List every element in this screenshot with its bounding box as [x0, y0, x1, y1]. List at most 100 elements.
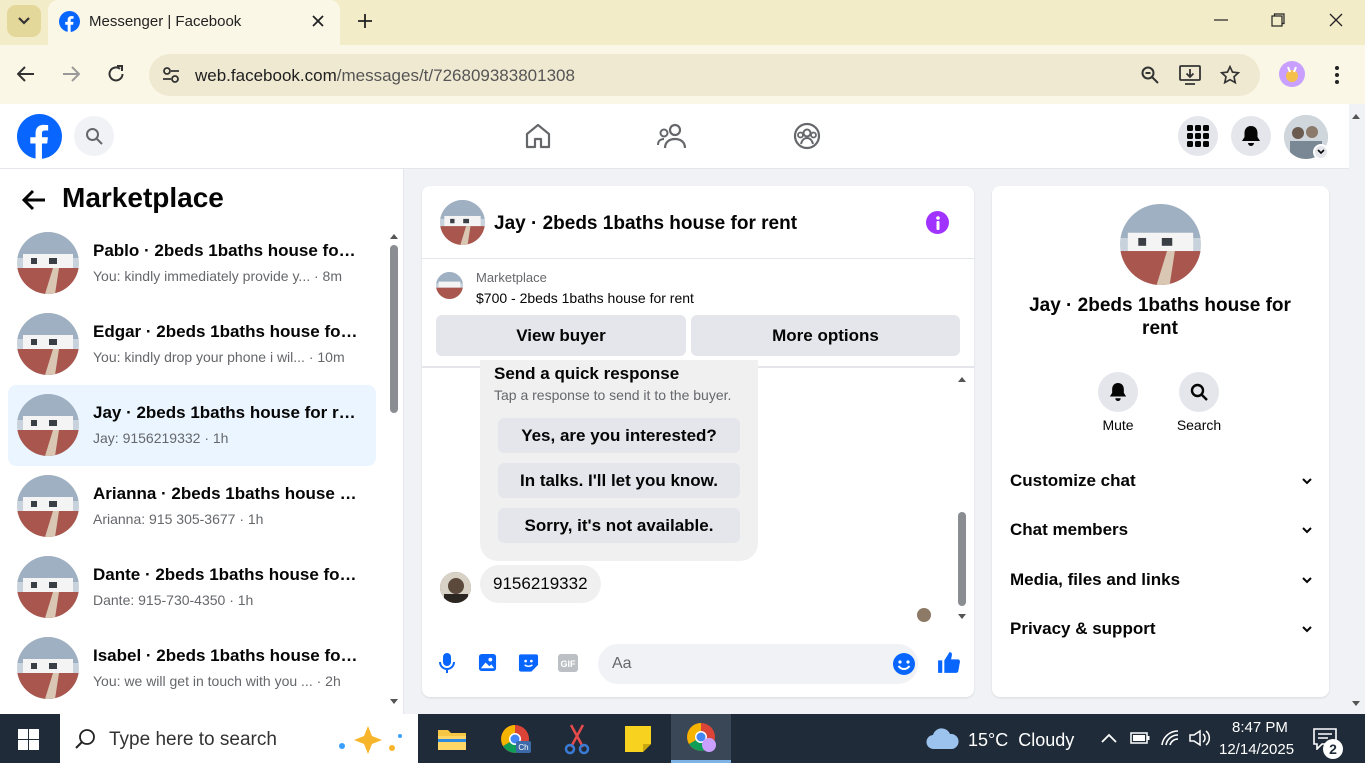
search-icon	[86, 128, 103, 145]
scroll-down-icon[interactable]	[956, 612, 968, 622]
close-tab-icon[interactable]	[311, 14, 325, 28]
microphone-icon[interactable]	[439, 652, 455, 674]
quick-response-button[interactable]: Yes, are you interested?	[498, 418, 740, 453]
windows-start-icon[interactable]	[18, 729, 39, 750]
reload-icon[interactable]	[107, 65, 125, 83]
conversation-row[interactable]: Pablo · 2beds 1baths house for r... You: …	[8, 223, 376, 304]
back-arrow-icon[interactable]	[22, 189, 46, 211]
taskbar-snipping-tool[interactable]	[547, 714, 607, 763]
house-thumbnail-icon	[17, 637, 79, 699]
conversation-row[interactable]: Isabel · 2beds 1baths house for r... You:…	[8, 628, 376, 709]
scroll-down-icon[interactable]	[388, 697, 400, 707]
conversation-avatar	[17, 556, 79, 618]
windows-taskbar: Type here to search Ch 15°C Cloudy 8:47 …	[0, 714, 1365, 763]
emoji-icon[interactable]	[892, 652, 916, 676]
facebook-header	[0, 104, 1349, 169]
volume-icon[interactable]	[1188, 729, 1212, 747]
page-scroll-up-icon[interactable]	[1350, 111, 1362, 121]
sticker-icon[interactable]	[518, 653, 539, 673]
conversation-row[interactable]: Edgar · 2beds 1baths house for r... You: …	[8, 304, 376, 385]
info-avatar[interactable]	[1120, 204, 1201, 285]
taskbar-search-box[interactable]: Type here to search	[60, 714, 418, 763]
privacy-support-section[interactable]: Privacy & support	[1010, 614, 1312, 644]
thumbs-up-icon[interactable]	[936, 650, 961, 675]
conversation-info-panel: Jay · 2beds 1baths house for rent Mute S…	[992, 186, 1329, 697]
bell-icon	[1109, 383, 1127, 401]
scroll-up-icon[interactable]	[956, 374, 968, 384]
site-info-icon[interactable]	[162, 66, 180, 84]
message-placeholder: Aa	[612, 655, 632, 672]
facebook-search-button[interactable]	[74, 116, 114, 156]
sender-avatar[interactable]	[440, 572, 471, 603]
zoom-icon[interactable]	[1141, 66, 1159, 84]
profile-avatar[interactable]	[1279, 61, 1305, 87]
bookmark-star-icon[interactable]	[1220, 65, 1240, 85]
listing-label: Marketplace	[476, 270, 547, 285]
message-input[interactable]: Aa	[598, 644, 918, 684]
taskbar-chrome-ch[interactable]: Ch	[485, 714, 545, 763]
house-thumbnail-icon	[17, 556, 79, 618]
sidebar-title: Marketplace	[62, 182, 224, 213]
clock-date[interactable]: 12/14/2025	[1219, 741, 1294, 758]
chat-title[interactable]: Jay · 2beds 1baths house for rent	[494, 213, 797, 235]
cloud-weather-icon[interactable]	[926, 728, 960, 750]
chat-scroll-thumb[interactable]	[958, 512, 966, 606]
quick-response-button[interactable]: Sorry, it's not available.	[498, 508, 740, 543]
battery-icon[interactable]	[1130, 732, 1150, 744]
scroll-up-icon[interactable]	[388, 231, 400, 241]
tab-search-dropdown[interactable]	[7, 5, 41, 37]
friends-icon[interactable]	[657, 122, 687, 150]
chevron-down-icon	[18, 17, 30, 25]
close-window-icon[interactable]	[1329, 13, 1343, 27]
photo-icon[interactable]	[478, 653, 497, 672]
taskbar-file-explorer[interactable]	[422, 714, 482, 763]
search-in-conversation-button[interactable]	[1179, 372, 1219, 412]
conversation-info-button[interactable]	[926, 211, 949, 234]
chat-members-section[interactable]: Chat members	[1010, 515, 1312, 545]
sidebar-scrollbar[interactable]	[388, 231, 400, 714]
conversation-preview: Arianna: 915 305-3677 · 1h	[93, 511, 264, 527]
gif-icon[interactable]: GIF	[558, 654, 578, 672]
house-thumbnail-icon	[17, 475, 79, 537]
minimize-icon[interactable]	[1214, 19, 1228, 21]
chat-header-avatar[interactable]	[440, 200, 485, 245]
groups-icon[interactable]	[793, 122, 821, 150]
mute-button[interactable]	[1098, 372, 1138, 412]
conversation-row[interactable]: Jay · 2beds 1baths house for rent Jay: 91…	[8, 385, 376, 466]
taskbar-sticky-notes[interactable]	[608, 714, 668, 763]
notifications-button[interactable]	[1231, 116, 1271, 156]
more-options-button[interactable]: More options	[691, 315, 960, 356]
browser-tab[interactable]: Messenger | Facebook	[48, 0, 340, 45]
conversation-preview: Jay: 9156219332 · 1h	[93, 430, 229, 446]
page-scroll-down-icon[interactable]	[1350, 699, 1362, 709]
clock-time[interactable]: 8:47 PM	[1232, 719, 1288, 736]
forward-icon[interactable]	[62, 66, 80, 82]
wifi-icon[interactable]	[1160, 729, 1180, 747]
restore-window-icon[interactable]	[1271, 13, 1285, 27]
conversation-time: · 1h	[239, 511, 264, 527]
customize-chat-section[interactable]: Customize chat	[1010, 466, 1312, 496]
back-icon[interactable]	[17, 66, 35, 82]
browser-menu-icon[interactable]	[1334, 65, 1340, 85]
weather-text[interactable]: 15°C Cloudy	[968, 730, 1074, 751]
address-bar[interactable]: web.facebook.com/messages/t/726809383801…	[149, 54, 1260, 96]
facebook-logo-icon[interactable]	[17, 114, 62, 159]
chevron-up-icon[interactable]	[1100, 732, 1118, 744]
media-files-section[interactable]: Media, files and links	[1010, 565, 1312, 595]
install-app-icon[interactable]	[1179, 65, 1201, 85]
search-icon	[1190, 383, 1208, 401]
view-buyer-button[interactable]: View buyer	[436, 315, 686, 356]
message-bubble[interactable]: 9156219332	[480, 565, 601, 603]
menu-button[interactable]	[1178, 116, 1218, 156]
taskbar-chrome-active[interactable]	[671, 714, 731, 763]
new-tab-icon[interactable]	[357, 13, 373, 29]
quick-response-button[interactable]: In talks. I'll let you know.	[498, 463, 740, 498]
home-icon[interactable]	[524, 122, 552, 150]
conversation-preview: You: kindly immediately provide y... · 8…	[93, 268, 342, 284]
account-dropdown[interactable]	[1313, 144, 1329, 160]
listing-title[interactable]: $700 - 2beds 1baths house for rent	[476, 290, 694, 306]
conversation-row[interactable]: Arianna · 2beds 1baths house fo... Ariann…	[8, 466, 376, 547]
conversation-row[interactable]: Dante · 2beds 1baths house for ... Dante:…	[8, 547, 376, 628]
sidebar-scroll-thumb[interactable]	[390, 245, 398, 413]
house-thumbnail-icon	[1120, 204, 1201, 285]
